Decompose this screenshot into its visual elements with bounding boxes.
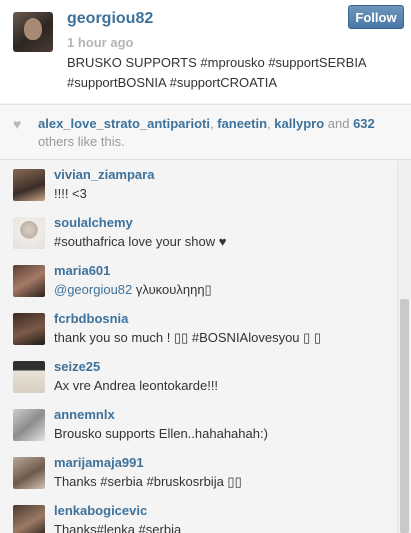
comment-item: seize25 Ax vre Andrea leontokarde!!! xyxy=(0,353,397,401)
avatar[interactable] xyxy=(13,217,45,249)
post-timestamp: 1 hour ago xyxy=(67,35,134,50)
comment-item: marijamaja991 Thanks #serbia #bruskosrbi… xyxy=(0,449,397,497)
comment-item: vivian_ziampara !!!! <3 xyxy=(0,161,397,209)
comment-text: Brousko supports Ellen..hahahahah:) xyxy=(54,426,268,441)
avatar[interactable] xyxy=(13,361,45,393)
comment-username[interactable]: fcrbdbosnia xyxy=(54,311,128,326)
comment-text: !!!! <3 xyxy=(54,186,87,201)
caption-line-2: #supportBOSNIA #supportCROATIA xyxy=(67,75,278,90)
comment-item: lenkabogicevic Thanks#lenka #serbia xyxy=(0,497,397,533)
comment-username[interactable]: annemnlx xyxy=(54,407,115,422)
comment-username[interactable]: vivian_ziampara xyxy=(54,167,154,182)
likes-suffix: others like this. xyxy=(38,134,125,149)
comment-item: fcrbdbosnia thank you so much ! ▯▯ #BOSN… xyxy=(0,305,397,353)
liker-link[interactable]: kallypro xyxy=(274,116,324,131)
comments-scrollbar[interactable] xyxy=(397,161,411,533)
likes-and: and xyxy=(324,116,354,131)
heart-icon[interactable]: ♥ xyxy=(13,116,21,132)
likes-count[interactable]: 632 xyxy=(353,116,375,131)
post-caption: BRUSKO SUPPORTS #mprousko #supportSERBIA… xyxy=(67,53,387,93)
avatar[interactable] xyxy=(13,313,45,345)
liker-link[interactable]: faneetin xyxy=(217,116,267,131)
author-avatar[interactable] xyxy=(13,12,53,52)
author-username[interactable]: georgiou82 xyxy=(67,10,153,28)
comment-body: γλυκουληηη▯ xyxy=(132,282,212,297)
comment-username[interactable]: seize25 xyxy=(54,359,100,374)
comment-mention[interactable]: @georgiou82 xyxy=(54,282,132,297)
follow-button[interactable]: Follow xyxy=(348,5,404,29)
comment-text: thank you so much ! ▯▯ #BOSNIAlovesyou ▯… xyxy=(54,330,322,345)
avatar[interactable] xyxy=(13,505,45,533)
comments-list: vivian_ziampara !!!! <3 soulalchemy #sou… xyxy=(0,161,397,533)
comment-item: soulalchemy #southafrica love your show … xyxy=(0,209,397,257)
avatar[interactable] xyxy=(13,169,45,201)
avatar[interactable] xyxy=(13,265,45,297)
comment-item: maria601 @georgiou82 γλυκουληηη▯ xyxy=(0,257,397,305)
comment-item: annemnlx Brousko supports Ellen..hahahah… xyxy=(0,401,397,449)
scrollbar-thumb[interactable] xyxy=(400,299,409,533)
likes-text: alex_love_strato_antiparioti, faneetin, … xyxy=(38,115,400,151)
avatar[interactable] xyxy=(13,409,45,441)
post-header: georgiou82 1 hour ago BRUSKO SUPPORTS #m… xyxy=(0,0,411,103)
comment-username[interactable]: maria601 xyxy=(54,263,110,278)
likes-bar: ♥ alex_love_strato_antiparioti, faneetin… xyxy=(0,104,411,160)
avatar[interactable] xyxy=(13,457,45,489)
comment-text: @georgiou82 γλυκουληηη▯ xyxy=(54,282,212,298)
comment-username[interactable]: marijamaja991 xyxy=(54,455,144,470)
caption-line-1: BRUSKO SUPPORTS #mprousko #supportSERBIA xyxy=(67,55,367,70)
comment-text: Ax vre Andrea leontokarde!!! xyxy=(54,378,219,393)
comment-text: Thanks#lenka #serbia xyxy=(54,522,182,533)
comment-username[interactable]: soulalchemy xyxy=(54,215,133,230)
comment-text: Thanks #serbia #bruskosrbija ▯▯ xyxy=(54,474,242,489)
comment-text: #southafrica love your show ♥ xyxy=(54,234,227,249)
comment-username[interactable]: lenkabogicevic xyxy=(54,503,147,518)
liker-link[interactable]: alex_love_strato_antiparioti xyxy=(38,116,210,131)
